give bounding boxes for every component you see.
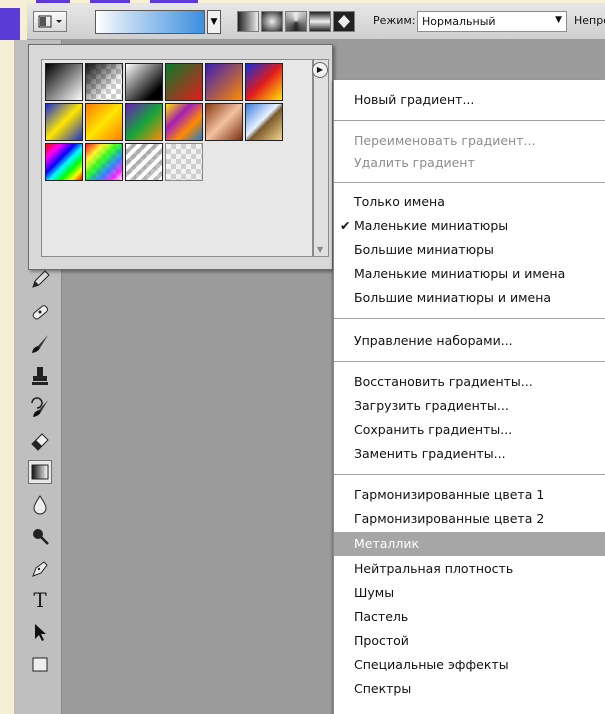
type-icon[interactable]: T	[28, 588, 52, 612]
gradient-icon[interactable]	[28, 460, 52, 484]
options-bar: ▼ Режим: Нормальный ▼ Непрозра	[27, 3, 605, 40]
opacity-label: Непрозра	[574, 14, 605, 27]
gradient-tool-icon	[38, 15, 62, 28]
swatch-transparent-stripes[interactable]	[125, 143, 163, 181]
menu-item-save-gradients[interactable]: Сохранить градиенты...	[334, 418, 605, 442]
menu-item-large-thumbnails[interactable]: Большие миниатюры	[334, 238, 605, 262]
menu-separator	[334, 318, 605, 319]
gradient-picker: ▲ ▼	[28, 44, 333, 270]
menu-item-noise[interactable]: Шумы	[334, 581, 605, 605]
menu-separator	[334, 361, 605, 362]
eraser-icon[interactable]	[28, 428, 52, 452]
pencil-icon[interactable]	[28, 268, 52, 292]
pen-icon[interactable]	[28, 556, 52, 580]
menu-item-neutral-density[interactable]: Нейтральная плотность	[334, 557, 605, 581]
swatch-orange-yellow[interactable]	[85, 103, 123, 141]
menu-item-preset-manager[interactable]: Управление наборами...	[334, 329, 605, 353]
swatch-violet-orange[interactable]	[205, 63, 243, 101]
swatch-spectrum[interactable]	[45, 143, 83, 181]
linear-gradient-button[interactable]	[237, 11, 259, 32]
picker-menu-button[interactable]: ▶	[312, 62, 328, 78]
radial-gradient-button[interactable]	[261, 11, 283, 32]
menu-item-replace-gradients[interactable]: Заменить градиенты...	[334, 442, 605, 466]
menu-item-small-thumbnails[interactable]: ✔ Маленькие миниатюры	[334, 214, 605, 238]
gradient-dropdown-arrow[interactable]: ▼	[207, 10, 221, 34]
menu-item-pastel[interactable]: Пастель	[334, 605, 605, 629]
angle-gradient-button[interactable]	[285, 11, 307, 32]
checkmark-icon: ✔	[340, 218, 351, 233]
path-select-icon[interactable]	[28, 620, 52, 644]
swatch-blue-yellow-blue[interactable]	[45, 103, 83, 141]
blur-icon[interactable]	[28, 492, 52, 516]
chevron-down-icon: ▼	[555, 15, 562, 25]
menu-item-large-thumbnails-names[interactable]: Большие миниатюры и имена	[334, 286, 605, 310]
menu-item-load-gradients[interactable]: Загрузить градиенты...	[334, 394, 605, 418]
gradient-context-menu: Новый градиент... Переименовать градиент…	[333, 80, 605, 714]
menu-item-reset-gradients[interactable]: Восстановить градиенты...	[334, 370, 605, 394]
swatch-copper[interactable]	[205, 103, 243, 141]
swatch-red-green[interactable]	[165, 63, 203, 101]
menu-item-new-gradient[interactable]: Новый градиент...	[334, 88, 605, 112]
mode-value: Нормальный	[422, 15, 496, 28]
swatch-checker-transparent[interactable]	[165, 143, 203, 181]
swatch-black-transparent[interactable]	[85, 63, 123, 101]
swatch-transparent-rainbow[interactable]	[85, 143, 123, 181]
swatch-blue-red-yellow[interactable]	[245, 63, 283, 101]
scroll-down-icon[interactable]: ▼	[317, 245, 323, 254]
history-brush-icon[interactable]	[28, 396, 52, 420]
menu-item-names-only[interactable]: Только имена	[334, 190, 605, 214]
menu-separator	[334, 474, 605, 475]
menu-item-spectrums[interactable]: Спектры	[334, 677, 605, 701]
menu-item-rename-gradient: Переименовать градиент...	[354, 133, 536, 148]
picker-scrollbar[interactable]: ▲ ▼	[313, 59, 329, 257]
gradient-swatch-grid	[41, 59, 313, 257]
diamond-gradient-button[interactable]	[333, 11, 355, 32]
dodge-icon[interactable]	[28, 524, 52, 548]
menu-separator	[334, 182, 605, 183]
menu-item-harmonized-2[interactable]: Гармонизированные цвета 2	[334, 507, 605, 531]
diamond-icon	[338, 15, 350, 28]
menu-item-special-effects[interactable]: Специальные эффекты	[334, 653, 605, 677]
swatch-black-white[interactable]	[45, 63, 83, 101]
mode-select[interactable]: Нормальный ▼	[417, 11, 567, 32]
brush-icon[interactable]	[28, 332, 52, 356]
menu-item-metallic[interactable]: Металлик	[334, 532, 605, 556]
menu-item-harmonized-1[interactable]: Гармонизированные цвета 1	[334, 483, 605, 507]
gradient-preview[interactable]	[95, 10, 205, 34]
rectangle-icon[interactable]	[28, 652, 52, 676]
clone-stamp-icon[interactable]	[28, 364, 52, 388]
menu-item-delete-gradient: Удалить градиент	[354, 155, 475, 170]
menu-item-small-thumbnails-names[interactable]: Маленькие миниатюры и имена	[334, 262, 605, 286]
tool-preset-picker[interactable]	[33, 11, 67, 32]
healing-brush-icon[interactable]	[28, 300, 52, 324]
reflected-gradient-button[interactable]	[309, 11, 331, 32]
menu-item-simple[interactable]: Простой	[334, 629, 605, 653]
swatch-multicolor[interactable]	[165, 103, 203, 141]
swatch-chrome[interactable]	[245, 103, 283, 141]
swatch-white-black[interactable]	[125, 63, 163, 101]
menu-item-label: Маленькие миниатюры	[354, 218, 509, 233]
swatch-violet-green-orange[interactable]	[125, 103, 163, 141]
mode-label: Режим:	[373, 14, 416, 27]
menu-separator	[334, 120, 605, 121]
